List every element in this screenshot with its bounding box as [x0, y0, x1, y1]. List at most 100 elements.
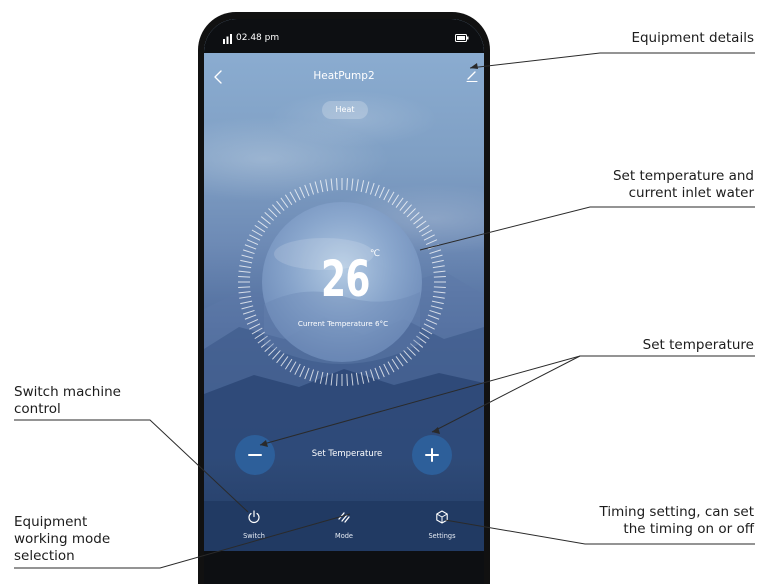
dial-tick — [330, 178, 333, 191]
dial-tick — [433, 270, 446, 273]
dial-tick — [238, 291, 251, 294]
annotation-set-temp-inlet: Set temperature and current inlet water — [612, 168, 754, 201]
dial-tick — [410, 212, 420, 221]
dial-tick — [429, 309, 442, 315]
dial-tick — [241, 254, 254, 259]
dial-tick — [294, 363, 301, 375]
dial-tick — [336, 373, 338, 386]
dial-tick — [431, 259, 444, 264]
dial-tick — [284, 358, 293, 370]
dial-tick — [242, 249, 255, 255]
dial-tick — [244, 244, 257, 250]
decrease-temperature-button[interactable] — [235, 435, 275, 475]
temperature-unit: ℃ — [370, 249, 381, 259]
dial-tick — [430, 305, 443, 310]
dial-tick — [251, 229, 263, 237]
dial-tick — [369, 182, 375, 195]
dial-tick — [299, 186, 306, 199]
home-indicator-area — [204, 551, 484, 584]
nav-settings[interactable]: Settings — [412, 510, 472, 546]
nav-settings-label: Settings — [428, 532, 456, 540]
app-screen: 02.48 pm HeatPump2 Heat 26 ℃ Current Tem… — [204, 19, 484, 584]
dial-tick — [360, 180, 365, 193]
dial-tick — [289, 361, 297, 373]
dial-tick — [395, 356, 404, 367]
pencil-icon[interactable] — [465, 69, 479, 83]
dial-tick — [299, 365, 306, 378]
signal-icon — [223, 34, 232, 44]
dial-tick — [284, 194, 293, 206]
dial-tick — [433, 286, 446, 288]
dial-tick — [416, 220, 427, 229]
dial-tick — [276, 200, 285, 211]
dial-tick — [413, 216, 424, 225]
dial-tick — [268, 208, 278, 218]
dial-tick — [336, 178, 338, 191]
dial-tick — [387, 361, 395, 373]
dial-tick — [249, 323, 261, 330]
dial-tick — [319, 180, 324, 193]
dial-tick — [240, 259, 253, 264]
increase-temperature-button[interactable] — [412, 435, 452, 475]
dial-tick — [369, 369, 375, 382]
dial-tick — [240, 300, 253, 305]
dial-tick — [254, 331, 266, 340]
dial-tick — [360, 371, 365, 384]
dial-tick — [238, 286, 251, 288]
dial-tick — [391, 358, 400, 370]
dial-tick — [418, 331, 430, 340]
dial-tick — [272, 350, 281, 360]
nav-mode[interactable]: Mode — [314, 510, 374, 546]
chevron-left-icon[interactable] — [212, 69, 226, 85]
dial-tick — [432, 265, 445, 269]
dial-tick — [238, 276, 251, 278]
dial-tick — [387, 191, 395, 203]
dial-tick — [244, 314, 257, 320]
dial-tick — [257, 220, 268, 229]
dial-tick — [421, 327, 433, 335]
dial-tick — [423, 234, 435, 241]
set-temperature-label: Set Temperature — [311, 449, 383, 459]
current-temperature: Current Temperature 6°C — [297, 319, 389, 328]
dial-tick — [355, 179, 359, 192]
dial-tick — [246, 318, 259, 325]
dial-tick — [406, 208, 416, 218]
dial-tick — [319, 371, 324, 384]
dial-tick — [309, 182, 315, 195]
dial-tick — [365, 370, 370, 383]
dial-tick — [365, 181, 370, 194]
dial-tick — [309, 369, 315, 382]
nav-switch[interactable]: Switch — [224, 510, 284, 546]
dial-tick — [272, 204, 281, 214]
dial-tick — [239, 295, 252, 299]
dial-tick — [264, 212, 274, 221]
dial-tick — [330, 373, 333, 386]
status-bar: 02.48 pm — [204, 19, 484, 53]
dial-tick — [242, 309, 255, 315]
minus-icon — [248, 454, 262, 456]
dial-tick — [429, 249, 442, 255]
dial-tick — [399, 353, 408, 364]
annotation-timing: Timing setting, can set the timing on or… — [599, 504, 754, 537]
dial-tick — [383, 189, 390, 201]
dial-tick — [239, 265, 252, 269]
dial-tick — [304, 367, 310, 380]
mode-slashes-icon — [338, 512, 350, 523]
dial-tick — [433, 276, 446, 278]
leader-equipment-details — [469, 52, 755, 69]
dial-tick — [425, 318, 438, 325]
mode-badge: Heat — [322, 101, 368, 119]
dial-tick — [427, 244, 440, 250]
dial-tick — [403, 204, 412, 214]
dial-tick — [241, 305, 254, 310]
dial-tick — [374, 367, 380, 380]
annotation-working-mode: Equipment working mode selection — [14, 514, 111, 564]
set-temperature-value: 26 — [321, 250, 370, 308]
dial-tick — [399, 200, 408, 211]
nav-switch-label: Switch — [243, 532, 265, 540]
battery-icon — [455, 34, 469, 42]
dial-tick — [325, 179, 329, 192]
dial-tick — [260, 216, 271, 225]
dial-tick — [351, 178, 354, 191]
dial-tick — [430, 254, 443, 259]
